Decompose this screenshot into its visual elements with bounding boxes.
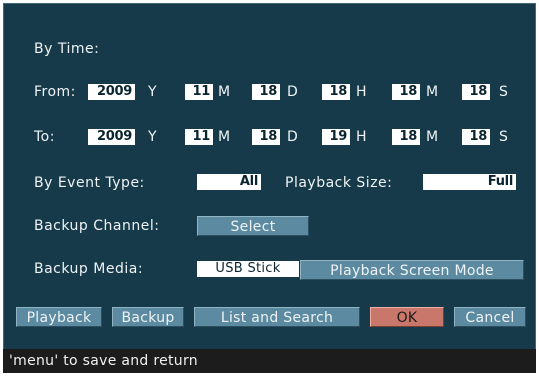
backup-media-label: Backup Media: <box>34 261 144 277</box>
to-year-unit: Y <box>148 129 158 145</box>
backup-button[interactable]: Backup <box>112 307 184 327</box>
playback-button[interactable]: Playback <box>16 307 102 327</box>
from-minute-unit: M <box>426 84 439 100</box>
status-bar: 'menu' to save and return <box>3 349 536 373</box>
playback-screen-mode-button[interactable]: Playback Screen Mode <box>300 260 524 280</box>
to-year-field[interactable]: 2009 <box>88 129 135 145</box>
cancel-button[interactable]: Cancel <box>454 307 526 327</box>
playback-size-label: Playback Size: <box>285 175 393 191</box>
select-channel-button[interactable]: Select <box>197 216 309 236</box>
from-day-unit: D <box>287 84 299 100</box>
from-month-unit: M <box>218 84 231 100</box>
from-month-field[interactable]: 11 <box>185 84 213 100</box>
event-type-select[interactable]: All <box>197 174 261 190</box>
backup-channel-label: Backup Channel: <box>34 218 160 234</box>
event-type-label: By Event Type: <box>34 175 145 191</box>
from-year-unit: Y <box>148 84 158 100</box>
to-day-field[interactable]: 18 <box>252 129 280 145</box>
from-year-field[interactable]: 2009 <box>88 84 135 100</box>
backup-media-select[interactable]: USB Stick <box>197 261 299 277</box>
list-and-search-button[interactable]: List and Search <box>194 307 360 327</box>
to-label: To: <box>34 129 55 145</box>
to-minute-unit: M <box>426 129 439 145</box>
status-text: 'menu' to save and return <box>9 353 198 369</box>
search-dialog: By Time: From: 2009 Y 11 M 18 D 18 H 18 … <box>3 3 536 373</box>
to-month-field[interactable]: 11 <box>185 129 213 145</box>
to-hour-field[interactable]: 19 <box>322 129 350 145</box>
to-month-unit: M <box>218 129 231 145</box>
to-second-unit: S <box>499 129 509 145</box>
from-day-field[interactable]: 18 <box>252 84 280 100</box>
to-day-unit: D <box>287 129 299 145</box>
from-label: From: <box>34 84 76 100</box>
from-second-field[interactable]: 18 <box>462 84 490 100</box>
from-minute-field[interactable]: 18 <box>392 84 420 100</box>
from-hour-field[interactable]: 18 <box>322 84 350 100</box>
by-time-label: By Time: <box>34 41 100 57</box>
playback-size-select[interactable]: Full <box>423 174 516 190</box>
to-minute-field[interactable]: 18 <box>392 129 420 145</box>
from-second-unit: S <box>499 84 509 100</box>
to-hour-unit: H <box>356 129 368 145</box>
ok-button[interactable]: OK <box>370 307 444 327</box>
to-second-field[interactable]: 18 <box>462 129 490 145</box>
from-hour-unit: H <box>356 84 368 100</box>
